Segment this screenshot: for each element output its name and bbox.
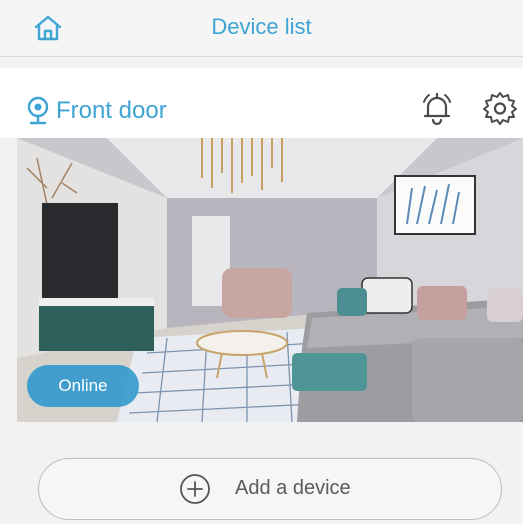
app-header: Device list xyxy=(0,0,523,57)
device-name[interactable]: Front door xyxy=(56,97,167,125)
add-device-button[interactable]: Add a device xyxy=(38,458,502,520)
alarm-button[interactable] xyxy=(420,90,454,126)
add-device-label: Add a device xyxy=(235,477,351,499)
gear-icon xyxy=(483,92,517,125)
page-title: Device list xyxy=(211,14,312,39)
camera-icon xyxy=(26,96,50,126)
bell-icon xyxy=(423,92,451,126)
settings-button[interactable] xyxy=(482,90,518,126)
status-badge: Online xyxy=(27,365,139,407)
camera-preview[interactable]: Online xyxy=(17,138,523,422)
plus-circle-icon xyxy=(180,474,210,504)
